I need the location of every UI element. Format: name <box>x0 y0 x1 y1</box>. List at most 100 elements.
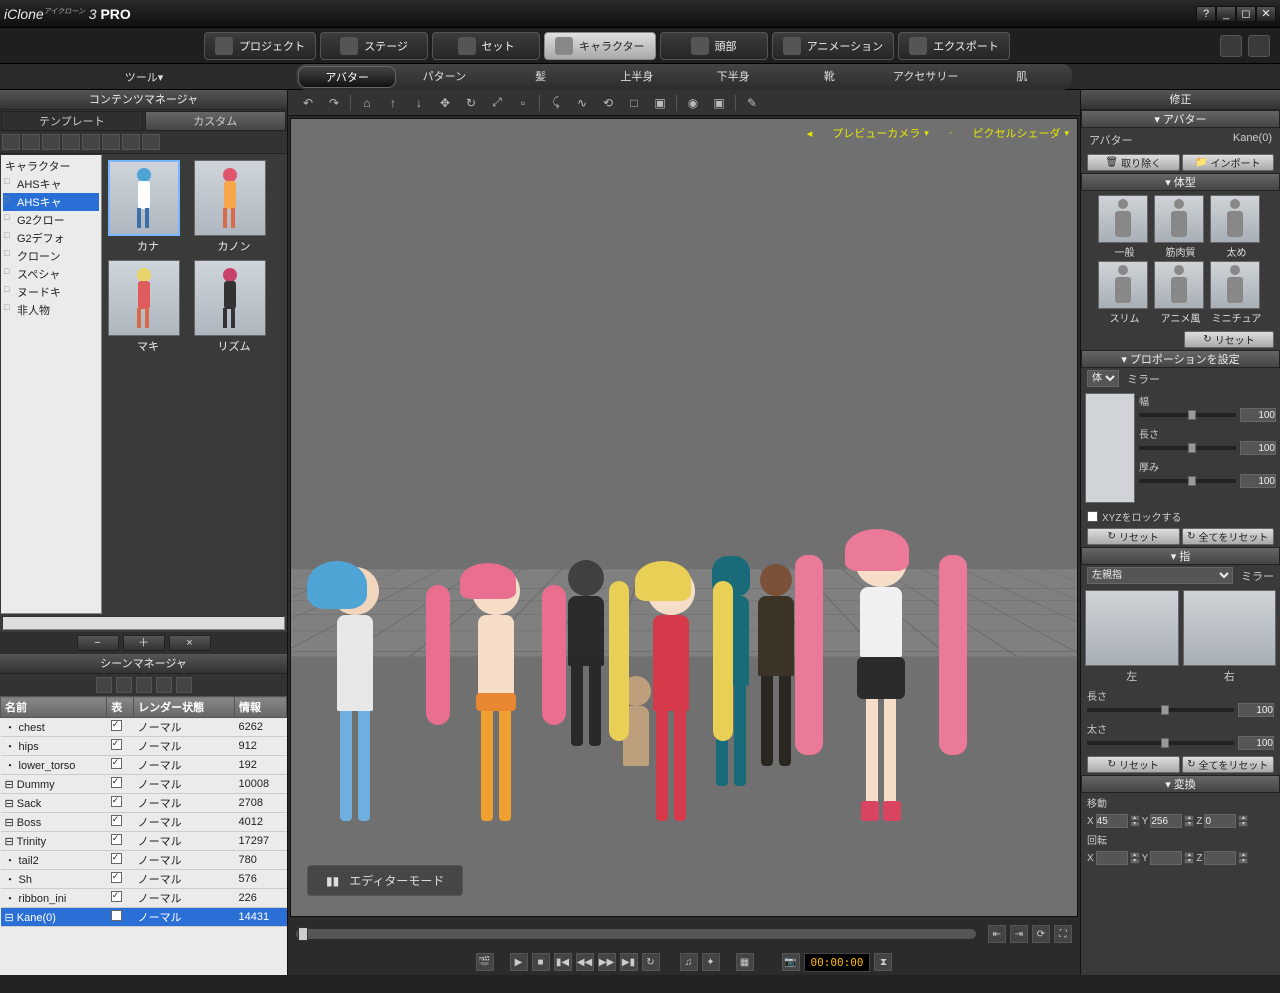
rot-y-input[interactable] <box>1150 851 1182 865</box>
cm-tool[interactable] <box>62 134 80 150</box>
viewport-character[interactable] <box>446 567 546 821</box>
main-tab[interactable]: キャラクター <box>544 32 656 60</box>
cm-tab[interactable]: カスタム <box>145 111 287 131</box>
reset-all-button[interactable]: ↻ 全てをリセット <box>1182 756 1275 773</box>
rotate-icon[interactable]: ↻ <box>461 93 481 113</box>
cm-tool[interactable] <box>22 134 40 150</box>
misc-icon[interactable]: ▣ <box>650 93 670 113</box>
sub-tab[interactable]: アバター <box>298 66 396 88</box>
viewport-character[interactable] <box>311 567 399 821</box>
home-icon[interactable]: ⌂ <box>357 93 377 113</box>
thumbnail[interactable] <box>194 160 266 236</box>
loop-toggle[interactable]: ↻ <box>642 953 660 971</box>
slider-value-input[interactable] <box>1238 736 1274 750</box>
main-tab[interactable]: 頭部 <box>660 32 768 60</box>
help-button[interactable]: ? <box>1196 6 1216 22</box>
sub-tab[interactable]: 上半身 <box>589 66 685 88</box>
forward-button[interactable]: ▶▶ <box>598 953 616 971</box>
minimize-button[interactable]: _ <box>1216 6 1236 22</box>
slider[interactable] <box>1139 479 1236 483</box>
table-row[interactable]: ・ ribbon_iniノーマル226 <box>1 889 287 908</box>
sub-tab[interactable]: 靴 <box>781 66 877 88</box>
cm-tab[interactable]: テンプレート <box>1 111 143 131</box>
table-row[interactable]: ⊟ Sackノーマル2708 <box>1 794 287 813</box>
body-type-option[interactable] <box>1154 261 1204 309</box>
slider[interactable] <box>1087 741 1234 745</box>
cm-tool[interactable] <box>2 134 20 150</box>
main-tab[interactable]: セット <box>432 32 540 60</box>
body-type-option[interactable] <box>1154 195 1204 243</box>
settings-icon[interactable] <box>1248 35 1270 57</box>
finger-section[interactable]: 指 <box>1081 547 1280 565</box>
transform-section[interactable]: 変換 <box>1081 775 1280 793</box>
restore-button[interactable]: ◻ <box>1236 6 1256 22</box>
mannequin-preview[interactable] <box>1085 393 1135 503</box>
sub-tab[interactable]: アクセサリー <box>878 66 974 88</box>
slider-value-input[interactable] <box>1240 474 1276 488</box>
body-type-option[interactable] <box>1098 261 1148 309</box>
table-row[interactable]: ・ hipsノーマル912 <box>1 737 287 756</box>
cm-tool[interactable] <box>142 134 160 150</box>
thumbnail[interactable] <box>108 160 180 236</box>
sm-tool[interactable] <box>176 677 192 693</box>
table-row[interactable]: ・ lower_torsoノーマル192 <box>1 756 287 775</box>
expand-icon[interactable]: ⛶ <box>1054 925 1072 943</box>
remove-button[interactable]: 🗑 取り除く <box>1087 154 1180 171</box>
reset-button[interactable]: ↻ リセット <box>1184 331 1274 348</box>
right-hand-preview[interactable] <box>1183 590 1277 666</box>
table-row[interactable]: ・ tail2ノーマル780 <box>1 851 287 870</box>
sound-icon[interactable]: ♫ <box>680 953 698 971</box>
step-fwd-icon[interactable]: ⇥ <box>1010 925 1028 943</box>
last-frame-button[interactable]: ▶▮ <box>620 953 638 971</box>
pick-icon[interactable]: ⤹ <box>546 93 566 113</box>
misc-icon[interactable]: ✦ <box>702 953 720 971</box>
viewport-character[interactable] <box>621 567 721 821</box>
stop-button[interactable]: ■ <box>532 953 550 971</box>
play-button[interactable]: ▶ <box>510 953 528 971</box>
proportion-section[interactable]: プロポーションを設定 <box>1081 350 1280 368</box>
shader-dropdown[interactable]: ピクセルシェーダ <box>972 125 1069 141</box>
sub-tab[interactable]: パターン <box>396 66 492 88</box>
camera-icon[interactable]: 📷 <box>782 953 800 971</box>
first-frame-button[interactable]: ▮◀ <box>554 953 572 971</box>
move-z-input[interactable] <box>1204 814 1236 828</box>
left-hand-preview[interactable] <box>1085 590 1179 666</box>
slider[interactable] <box>1087 708 1234 712</box>
col-display[interactable]: 表 <box>107 697 134 718</box>
camera-dropdown[interactable]: プレビューカメラ <box>832 125 929 141</box>
bodytype-section[interactable]: 体型 <box>1081 173 1280 191</box>
close-button[interactable]: ✕ <box>1256 6 1276 22</box>
sm-tool[interactable] <box>136 677 152 693</box>
move-x-input[interactable] <box>1096 814 1128 828</box>
table-row[interactable]: ・ Shノーマル576 <box>1 870 287 889</box>
sm-tool[interactable] <box>116 677 132 693</box>
rewind-button[interactable]: ◀◀ <box>576 953 594 971</box>
sub-tab[interactable]: 下半身 <box>685 66 781 88</box>
move-icon[interactable]: ✥ <box>435 93 455 113</box>
tree-scrollbar[interactable] <box>2 616 285 630</box>
table-row[interactable]: ・ chestノーマル6262 <box>1 718 287 737</box>
main-tab[interactable]: アニメーション <box>772 32 895 60</box>
tree-item[interactable]: キャラクター <box>3 157 99 175</box>
tree-item[interactable]: 非人物 <box>3 301 99 319</box>
reset-all-button[interactable]: ↻ 全てをリセット <box>1182 528 1275 545</box>
redo-icon[interactable]: ↷ <box>324 93 344 113</box>
cm-tool[interactable] <box>82 134 100 150</box>
slider-value-input[interactable] <box>1240 441 1276 455</box>
table-row[interactable]: ⊟ Dummyノーマル10008 <box>1 775 287 794</box>
reset-button[interactable]: ↻ リセット <box>1087 528 1180 545</box>
xyz-lock-checkbox[interactable] <box>1087 511 1098 522</box>
col-name[interactable]: 名前 <box>1 697 107 718</box>
tree-item[interactable]: クローン <box>3 247 99 265</box>
tool-icon[interactable]: ▫ <box>513 93 533 113</box>
path-icon[interactable]: ∿ <box>572 93 592 113</box>
cm-tool[interactable] <box>102 134 120 150</box>
tool-menu[interactable]: ツール▾ <box>0 69 288 85</box>
time-toggle-icon[interactable]: ⧗ <box>874 953 892 971</box>
brush-icon[interactable]: ✎ <box>742 93 762 113</box>
link-icon[interactable]: ⟲ <box>598 93 618 113</box>
viewport-character[interactable] <box>556 560 616 776</box>
main-tab[interactable]: プロジェクト <box>204 32 316 60</box>
main-tab[interactable]: ステージ <box>320 32 428 60</box>
up-icon[interactable]: ↑ <box>383 93 403 113</box>
